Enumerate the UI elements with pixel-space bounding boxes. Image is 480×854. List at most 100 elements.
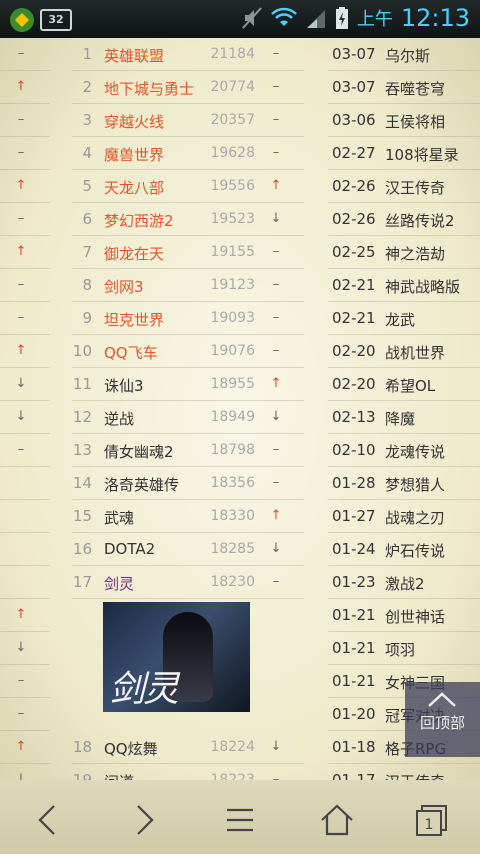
- back-to-top-button[interactable]: 回顶部: [405, 682, 480, 757]
- release-date: 02-21: [332, 276, 376, 294]
- list-item[interactable]: 14 洛奇英雄传 18356 – 01-28 梦想猎人: [0, 467, 480, 500]
- rank-number: 17: [72, 573, 92, 591]
- game-name[interactable]: 穿越火线: [104, 111, 164, 132]
- trend-indicator: ↑: [15, 343, 27, 358]
- game-name[interactable]: 坦克世界: [104, 309, 164, 330]
- trend-indicator-2: ↑: [270, 376, 282, 391]
- score-value: 20774: [210, 79, 255, 95]
- score-value: 18230: [210, 574, 255, 590]
- list-item[interactable]: ↓ 11 诛仙3 18955 ↑ 02-20 希望OL: [0, 368, 480, 401]
- game-name[interactable]: 英雄联盟: [104, 45, 164, 66]
- game-name[interactable]: 梦幻西游2: [104, 210, 174, 231]
- rank-number: 8: [82, 276, 92, 294]
- forward-icon[interactable]: [124, 800, 164, 840]
- banner-logo: 剑灵: [109, 669, 179, 710]
- home-icon[interactable]: [317, 800, 357, 840]
- game-name[interactable]: 问道: [104, 771, 134, 780]
- list-item[interactable]: – 8 剑网3 19123 – 02-21 神武战略版: [0, 269, 480, 302]
- game-banner-image[interactable]: 剑灵: [103, 602, 250, 712]
- game-name[interactable]: 剑网3: [104, 276, 144, 297]
- list-item[interactable]: ↑ 5 天龙八部 19556 ↑ 02-26 汉王传奇: [0, 170, 480, 203]
- trend-indicator: ↓: [15, 409, 27, 424]
- trend-indicator-2: ↑: [270, 508, 282, 523]
- list-item[interactable]: 17 剑灵 18230 – 01-23 激战2: [0, 566, 480, 599]
- trend-indicator-2: –: [272, 244, 280, 259]
- rank-number: 2: [82, 78, 92, 96]
- release-date: 01-21: [332, 606, 376, 624]
- trend-indicator-2: –: [272, 112, 280, 127]
- rank-number: 9: [82, 309, 92, 327]
- game-name[interactable]: 倩女幽魂2: [104, 441, 174, 462]
- release-date: 02-26: [332, 210, 376, 228]
- new-game-name[interactable]: 龙武: [385, 309, 415, 330]
- list-item[interactable]: – 1 英雄联盟 21184 – 03-07 乌尔斯: [0, 38, 480, 71]
- list-item[interactable]: ↑ 10 QQ飞车 19076 – 02-20 战机世界: [0, 335, 480, 368]
- list-item[interactable]: ↓ 12 逆战 18949 ↓ 02-13 降魔: [0, 401, 480, 434]
- trend-indicator-2: ↓: [270, 211, 282, 226]
- menu-icon[interactable]: [220, 800, 260, 840]
- list-item[interactable]: 16 DOTA2 18285 ↓ 01-24 炉石传说: [0, 533, 480, 566]
- release-date: 02-26: [332, 177, 376, 195]
- game-name[interactable]: 诛仙3: [104, 375, 144, 396]
- trend-indicator: ↑: [15, 178, 27, 193]
- list-item[interactable]: – 4 魔兽世界 19628 – 02-27 108将星录: [0, 137, 480, 170]
- tab-count: 1: [425, 817, 434, 833]
- rank-number: 7: [82, 243, 92, 261]
- list-item[interactable]: – 6 梦幻西游2 19523 ↓ 02-26 丝路传说2: [0, 203, 480, 236]
- new-game-name[interactable]: 项羽: [385, 639, 415, 660]
- ranking-list[interactable]: – 1 英雄联盟 21184 – 03-07 乌尔斯 ↑ 2 地下城与勇士 20774 – 03-07 吞…: [0, 38, 480, 780]
- release-date: 02-21: [332, 309, 376, 327]
- new-game-name[interactable]: 创世神话: [385, 606, 445, 627]
- trend-indicator-2: ↑: [270, 178, 282, 193]
- trend-indicator-2: –: [272, 343, 280, 358]
- release-date: 03-07: [332, 45, 376, 63]
- game-name[interactable]: 魔兽世界: [104, 144, 164, 165]
- new-game-name[interactable]: 炉石传说: [385, 540, 445, 561]
- score-value: 18224: [210, 739, 255, 755]
- new-game-name[interactable]: 汉王传奇: [385, 177, 445, 198]
- list-item[interactable]: 15 武魂 18330 ↑ 01-27 战魂之刃: [0, 500, 480, 533]
- new-game-name[interactable]: 希望OL: [385, 375, 435, 396]
- game-name[interactable]: 地下城与勇士: [104, 78, 194, 99]
- new-game-name[interactable]: 梦想猎人: [385, 474, 445, 495]
- new-game-name[interactable]: 汉王传奇: [385, 771, 445, 780]
- list-item[interactable]: ↑ 7 御龙在天 19155 – 02-25 神之浩劫: [0, 236, 480, 269]
- game-name[interactable]: QQ炫舞: [104, 738, 158, 759]
- new-game-name[interactable]: 降魔: [385, 408, 415, 429]
- new-game-name[interactable]: 乌尔斯: [385, 45, 430, 66]
- tabs-icon[interactable]: 1: [412, 800, 452, 840]
- new-game-name[interactable]: 丝路传说2: [385, 210, 455, 231]
- trend-indicator: ↑: [15, 607, 27, 622]
- new-game-name[interactable]: 战魂之刃: [385, 507, 445, 528]
- trend-indicator: ↓: [15, 772, 27, 780]
- game-name[interactable]: 逆战: [104, 408, 134, 429]
- list-item[interactable]: – 13 倩女幽魂2 18798 – 02-10 龙魂传说: [0, 434, 480, 467]
- game-name[interactable]: 武魂: [104, 507, 134, 528]
- release-date: 01-17: [332, 771, 376, 780]
- release-date: 02-10: [332, 441, 376, 459]
- new-game-name[interactable]: 王侯将相: [385, 111, 445, 132]
- game-name[interactable]: 剑灵: [104, 573, 134, 594]
- trend-indicator: ↓: [15, 640, 27, 655]
- status-bar: 32 上午 12:13: [0, 0, 480, 38]
- rank-number: 4: [82, 144, 92, 162]
- game-name[interactable]: DOTA2: [104, 540, 155, 558]
- game-name[interactable]: 洛奇英雄传: [104, 474, 179, 495]
- new-game-name[interactable]: 吞噬苍穹: [385, 78, 445, 99]
- new-game-name[interactable]: 神武战略版: [385, 276, 460, 297]
- new-game-name[interactable]: 龙魂传说: [385, 441, 445, 462]
- list-item[interactable]: – 3 穿越火线 20357 – 03-06 王侯将相: [0, 104, 480, 137]
- list-item[interactable]: ↓ 19 问道 18223 – 01-17 汉王传奇: [0, 764, 480, 780]
- list-item[interactable]: ↑ 2 地下城与勇士 20774 – 03-07 吞噬苍穹: [0, 71, 480, 104]
- game-name[interactable]: 天龙八部: [104, 177, 164, 198]
- release-date: 02-25: [332, 243, 376, 261]
- back-icon[interactable]: [28, 800, 68, 840]
- game-name[interactable]: 御龙在天: [104, 243, 164, 264]
- new-game-name[interactable]: 战机世界: [385, 342, 445, 363]
- release-date: 03-07: [332, 78, 376, 96]
- new-game-name[interactable]: 激战2: [385, 573, 425, 594]
- list-item[interactable]: – 9 坦克世界 19093 – 02-21 龙武: [0, 302, 480, 335]
- new-game-name[interactable]: 108将星录: [385, 144, 459, 165]
- game-name[interactable]: QQ飞车: [104, 342, 158, 363]
- new-game-name[interactable]: 神之浩劫: [385, 243, 445, 264]
